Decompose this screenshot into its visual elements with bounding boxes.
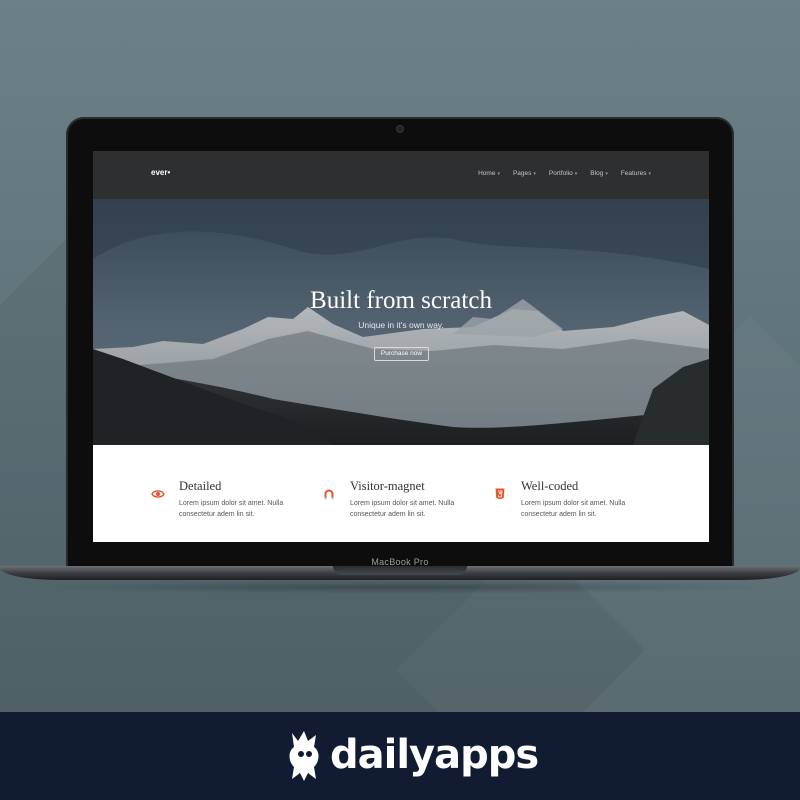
site-logo[interactable]: ever• (151, 168, 170, 177)
brand-name: dailyapps (330, 732, 539, 778)
nav-item-label: Portfolio (548, 170, 573, 177)
nav-item-pages[interactable]: Pages ▾ (513, 170, 536, 177)
camera (397, 126, 403, 132)
feature-text: Lorem ipsum dolor sit amet. Nulla consec… (521, 500, 626, 518)
chevron-down-icon: ▾ (605, 170, 608, 177)
chevron-down-icon: ▾ (648, 170, 651, 177)
feature-title: Detailed (179, 479, 222, 493)
laptop-notch (333, 566, 467, 575)
feature-text: Lorem ipsum dolor sit amet. Nulla consec… (350, 500, 455, 518)
html5-icon (493, 487, 507, 501)
nav-item-label: Features (620, 170, 647, 177)
dailyapps-logo-icon (284, 727, 326, 783)
nav-item-label: Pages (512, 170, 532, 177)
hero-title: Built from scratch (310, 287, 492, 314)
hero-section: Built from scratch Unique in it's own wa… (93, 199, 709, 445)
chevron-down-icon: ▾ (497, 170, 500, 177)
features-section: Detailed Lorem ipsum dolor sit amet. Nul… (93, 445, 709, 542)
nav-item-features[interactable]: Features ▾ (621, 170, 651, 177)
laptop-shadow (20, 580, 780, 594)
nav-item-label: Blog (590, 170, 604, 177)
laptop-screen: ever• Home ▾ Pages ▾ Portfolio ▾ Blog ▾ Feat… (93, 151, 709, 542)
nav-item-home[interactable]: Home ▾ (478, 170, 500, 177)
hero-subtitle: Unique in it's own way. (358, 320, 444, 330)
nav-item-blog[interactable]: Blog ▾ (590, 170, 608, 177)
magnet-icon (322, 487, 336, 501)
purchase-button[interactable]: Purchase now (374, 347, 429, 361)
laptop-lid: ever• Home ▾ Pages ▾ Portfolio ▾ Blog ▾ Feat… (66, 117, 734, 570)
nav-item-label: Home (478, 170, 496, 177)
feature-text: Lorem ipsum dolor sit amet. Nulla consec… (179, 500, 284, 518)
chevron-down-icon: ▾ (574, 170, 578, 177)
eye-icon (151, 487, 165, 501)
nav-menu: Home ▾ Pages ▾ Portfolio ▾ Blog ▾ Features ▾ (478, 170, 651, 177)
feature-title: Well-coded (521, 479, 579, 493)
feature-title: Visitor-magnet (350, 479, 425, 493)
nav-item-portfolio[interactable]: Portfolio ▾ (549, 170, 577, 177)
chevron-down-icon: ▾ (533, 170, 536, 177)
site-navbar: ever• Home ▾ Pages ▾ Portfolio ▾ Blog ▾ Feat… (93, 151, 709, 199)
